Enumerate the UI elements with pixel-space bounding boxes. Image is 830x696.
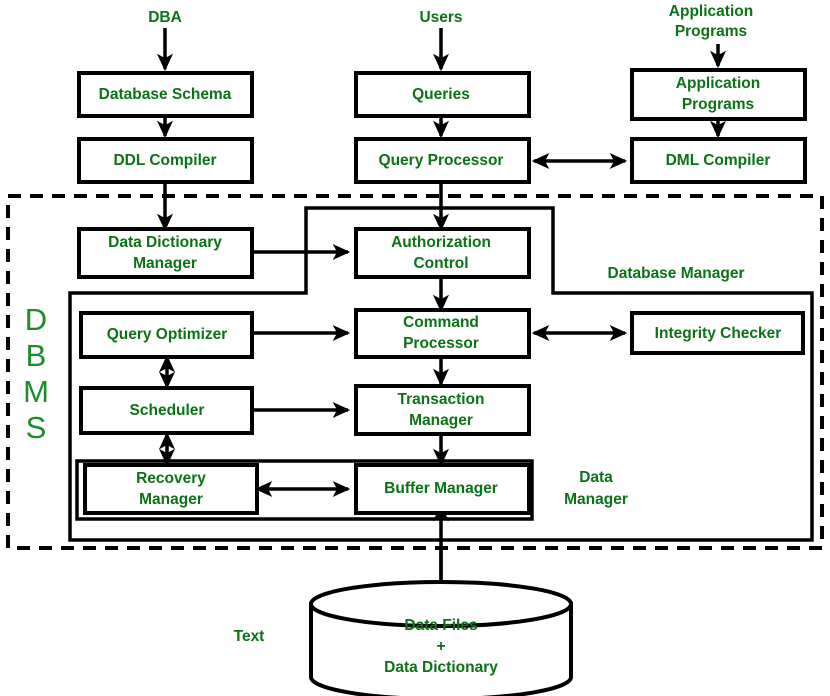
application-programs-source-label-line1: Application bbox=[669, 3, 753, 20]
authorization-control-label-line1: Authorization bbox=[391, 234, 491, 251]
data-manager-label-line1: Data bbox=[579, 469, 613, 486]
data-dictionary-label-line3: Data Dictionary bbox=[384, 659, 498, 676]
buffer-manager-label: Buffer Manager bbox=[384, 480, 498, 497]
application-programs-label-line1: Application bbox=[676, 75, 760, 92]
recovery-manager-label-line2: Manager bbox=[139, 491, 203, 508]
database-schema-label: Database Schema bbox=[99, 86, 232, 103]
database-manager-label: Database Manager bbox=[608, 265, 745, 282]
diagram-canvas: D B M S Database Manager Data Manager DB… bbox=[6, 3, 824, 696]
dbms-letter-b: B bbox=[26, 338, 47, 373]
dbms-letter-d: D bbox=[25, 302, 47, 337]
queries-label: Queries bbox=[412, 86, 470, 103]
integrity-checker-label: Integrity Checker bbox=[655, 325, 782, 342]
data-dictionary-manager-label-line2: Manager bbox=[133, 255, 197, 272]
application-programs-source-label-line2: Programs bbox=[675, 23, 747, 40]
application-programs-label-line2: Programs bbox=[682, 96, 754, 113]
data-files-label-line2: + bbox=[436, 638, 445, 655]
dbms-architecture-diagram: D B M S Database Manager Data Manager DB… bbox=[0, 0, 830, 696]
text-annotation-label: Text bbox=[234, 628, 265, 645]
transaction-manager-label-line1: Transaction bbox=[398, 391, 485, 408]
dml-compiler-label: DML Compiler bbox=[666, 152, 771, 169]
recovery-manager-label-line1: Recovery bbox=[136, 470, 206, 487]
dbms-letter-m: M bbox=[23, 374, 49, 409]
query-processor-label: Query Processor bbox=[379, 152, 504, 169]
data-files-label-line1: Data Files bbox=[404, 617, 477, 634]
command-processor-label-line2: Processor bbox=[403, 335, 479, 352]
scheduler-label: Scheduler bbox=[130, 402, 205, 419]
ddl-compiler-label: DDL Compiler bbox=[113, 152, 216, 169]
data-dictionary-manager-label-line1: Data Dictionary bbox=[108, 234, 222, 251]
dbms-letter-s: S bbox=[26, 410, 47, 445]
data-manager-label-line2: Manager bbox=[564, 491, 628, 508]
users-label: Users bbox=[419, 9, 462, 26]
transaction-manager-label-line2: Manager bbox=[409, 412, 473, 429]
dba-label: DBA bbox=[148, 9, 182, 26]
query-optimizer-label: Query Optimizer bbox=[107, 326, 228, 343]
command-processor-label-line1: Command bbox=[403, 314, 479, 331]
authorization-control-label-line2: Control bbox=[413, 255, 468, 272]
